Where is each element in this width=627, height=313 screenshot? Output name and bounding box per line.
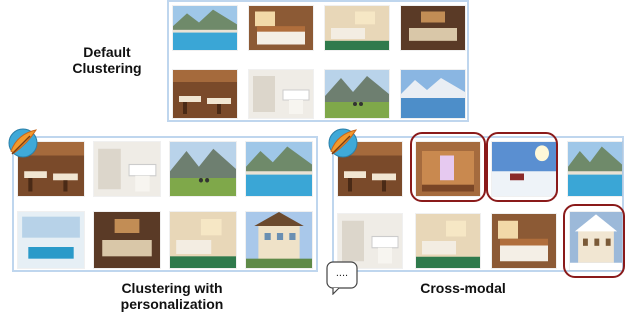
cross-img-5 xyxy=(338,214,402,268)
default-img-2 xyxy=(249,6,313,50)
highlight-winter-exterior xyxy=(563,204,625,278)
default-label-line1: Default xyxy=(83,44,131,60)
default-img-4 xyxy=(401,6,465,50)
default-label-line2: Clustering xyxy=(72,60,142,76)
cross-img-7 xyxy=(492,214,556,268)
feather-quill-icon-2 xyxy=(328,128,358,158)
pers-img-7 xyxy=(170,212,236,268)
default-img-8 xyxy=(401,70,465,118)
default-img-6 xyxy=(249,70,313,118)
pers-img-6 xyxy=(94,212,160,268)
personalization-label-line2: personalization xyxy=(120,296,224,312)
personalization-label-line1: Clustering with xyxy=(121,280,223,296)
pers-img-5 xyxy=(18,212,84,268)
default-clustering-panel xyxy=(167,0,469,122)
chat-bubble-icon: .... xyxy=(326,261,358,296)
default-img-5 xyxy=(173,70,237,118)
highlight-sauna xyxy=(410,132,486,202)
pers-img-8 xyxy=(246,212,312,268)
cross-modal-label-text: Cross-modal xyxy=(420,280,506,296)
pers-img-4 xyxy=(246,142,312,196)
highlight-snow xyxy=(486,132,558,202)
default-clustering-label: Default Clustering xyxy=(52,44,162,76)
cross-img-6 xyxy=(416,214,480,268)
chat-bubble-text: .... xyxy=(335,267,349,279)
feather-quill-icon xyxy=(8,128,38,158)
personalization-panel xyxy=(12,136,318,272)
default-img-3 xyxy=(325,6,389,50)
pers-img-2 xyxy=(94,142,160,196)
default-img-1 xyxy=(173,6,237,50)
pers-img-3 xyxy=(170,142,236,196)
default-img-7 xyxy=(325,70,389,118)
cross-modal-label: Cross-modal xyxy=(398,280,528,296)
cross-img-4 xyxy=(568,142,622,196)
personalization-label: Clustering with personalization xyxy=(84,280,260,312)
